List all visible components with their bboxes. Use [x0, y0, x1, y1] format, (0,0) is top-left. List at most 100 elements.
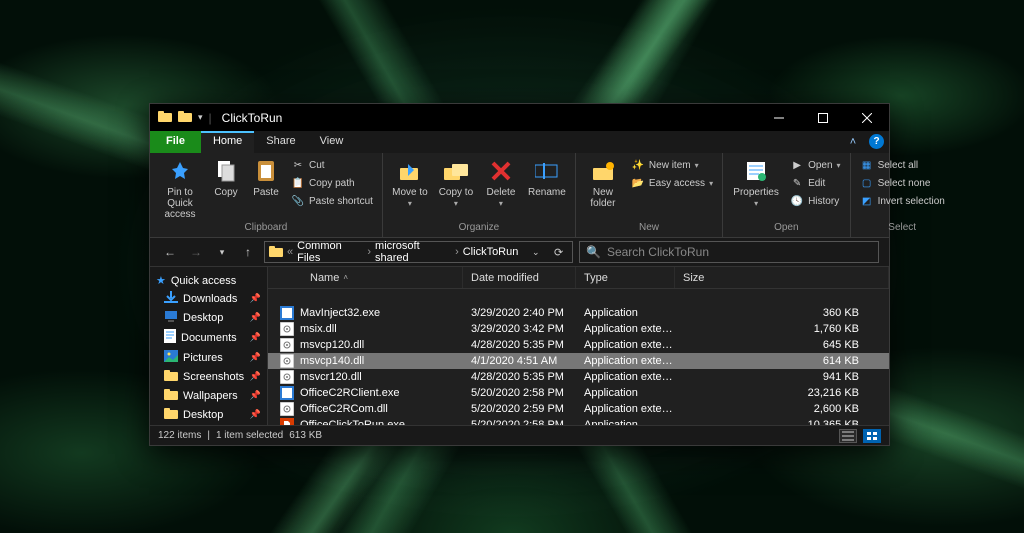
pin-to-quick-access-button[interactable]: Pin to Quick access [156, 157, 204, 220]
copy-icon [212, 157, 240, 185]
file-size: 614 KB [675, 355, 889, 367]
dll-icon [280, 322, 294, 336]
help-button[interactable]: ? [869, 134, 884, 149]
file-row[interactable]: OfficeC2RCom.dll5/20/2020 2:59 PMApplica… [268, 401, 889, 417]
file-row[interactable]: OfficeC2RClient.exe5/20/2020 2:58 PMAppl… [268, 385, 889, 401]
sort-asc-icon: ˄ [343, 273, 348, 282]
details-view-button[interactable] [839, 429, 857, 443]
ribbon-tabs: File Home Share View ˄ ? [150, 131, 889, 153]
new-folder-button[interactable]: New folder [582, 157, 624, 209]
quick-access-header[interactable]: ★ Quick access [150, 272, 267, 289]
sidebar-item-label: Screenshots [183, 371, 244, 383]
titlebar[interactable]: ▾ | ClickToRun [150, 104, 889, 131]
rename-button[interactable]: Rename [525, 157, 569, 198]
copy-path-button[interactable]: 📋Copy path [288, 175, 376, 191]
address-bar[interactable]: « Common Files› microsoft shared› ClickT… [264, 241, 573, 263]
sidebar-item-label: Downloads [183, 293, 237, 305]
file-name: MavInject32.exe [300, 307, 380, 319]
file-date: 5/20/2020 2:59 PM [463, 403, 576, 415]
search-box[interactable]: 🔍 Search ClickToRun [579, 241, 879, 263]
open-icon: ▶ [790, 158, 804, 172]
file-row[interactable]: msvcp120.dll4/28/2020 5:35 PMApplication… [268, 337, 889, 353]
invert-selection-button[interactable]: ◩Invert selection [857, 193, 948, 209]
paste-button[interactable]: Paste [248, 157, 284, 198]
file-name: msvcp140.dll [300, 355, 364, 367]
copy-to-button[interactable]: Copy to▾ [435, 157, 477, 209]
tab-view[interactable]: View [308, 131, 356, 153]
status-item-count: 122 items [158, 430, 201, 441]
file-type: Application [576, 387, 675, 399]
recent-locations-button[interactable]: ▾ [212, 242, 232, 262]
column-size[interactable]: Size [675, 267, 889, 288]
select-all-button[interactable]: ▦Select all [857, 157, 948, 173]
column-type[interactable]: Type [576, 267, 675, 288]
new-item-button[interactable]: ✨New item ▾ [628, 157, 716, 173]
paste-shortcut-button[interactable]: 📎Paste shortcut [288, 193, 376, 209]
folder-icon [158, 110, 172, 125]
folder-icon [269, 245, 283, 260]
copy-button[interactable]: Copy [208, 157, 244, 198]
cut-button[interactable]: ✂Cut [288, 157, 376, 173]
group-clipboard: Pin to Quick access Copy Paste ✂Cut 📋Cop… [150, 153, 383, 237]
sidebar-item[interactable]: Desktop📌 [150, 308, 267, 327]
tab-share[interactable]: Share [254, 131, 307, 153]
sidebar-item[interactable]: Downloads📌 [150, 289, 267, 308]
minimize-button[interactable] [757, 104, 801, 131]
sidebar-item[interactable]: Screenshots📌 [150, 367, 267, 386]
new-item-icon: ✨ [631, 158, 645, 172]
group-open: Properties▾ ▶Open ▾ ✎Edit 🕓History Open [723, 153, 850, 237]
pin-icon: 📌 [250, 312, 261, 323]
address-dropdown[interactable]: ⌄ [526, 242, 545, 262]
ribbon-collapse-button[interactable]: ˄ [842, 131, 864, 153]
pin-icon: 📌 [250, 332, 261, 343]
tab-home[interactable]: Home [201, 131, 254, 153]
move-to-button[interactable]: Move to▾ [389, 157, 431, 209]
edit-button[interactable]: ✎Edit [787, 175, 843, 191]
maximize-button[interactable] [801, 104, 845, 131]
large-icons-view-button[interactable] [863, 429, 881, 443]
file-size: 941 KB [675, 371, 889, 383]
file-name: OfficeC2RCom.dll [300, 403, 388, 415]
sidebar-item[interactable]: Documents📌 [150, 327, 267, 348]
file-row[interactable]: msvcr120.dll4/28/2020 5:35 PMApplication… [268, 369, 889, 385]
column-name[interactable]: Name ˄ [268, 267, 463, 288]
sidebar-item[interactable]: Desktop📌 [150, 405, 267, 424]
pin-icon: 📌 [250, 390, 261, 401]
file-row[interactable]: msix.dll3/29/2020 3:42 PMApplication ext… [268, 321, 889, 337]
star-icon: ★ [156, 274, 166, 287]
move-to-icon [396, 157, 424, 185]
select-all-icon: ▦ [860, 158, 874, 172]
select-none-icon: ▢ [860, 176, 874, 190]
file-row[interactable]: MavInject32.exe3/29/2020 2:40 PMApplicat… [268, 305, 889, 321]
close-button[interactable] [845, 104, 889, 131]
file-size: 2,600 KB [675, 403, 889, 415]
tab-file[interactable]: File [150, 131, 201, 153]
qat-button[interactable] [178, 110, 192, 125]
properties-button[interactable]: Properties▾ [729, 157, 783, 209]
group-new: New folder ✨New item ▾ 📂Easy access ▾ Ne… [576, 153, 723, 237]
pin-icon [166, 157, 194, 185]
breadcrumb[interactable]: ClickToRun [463, 246, 519, 258]
breadcrumb[interactable]: Common Files› [297, 240, 371, 264]
sidebar-item[interactable]: Wallpapers📌 [150, 386, 267, 405]
refresh-button[interactable]: ⟳ [549, 242, 568, 262]
file-row[interactable]: OfficeClickToRun.exe5/20/2020 2:58 PMApp… [268, 417, 889, 425]
breadcrumb[interactable]: microsoft shared› [375, 240, 459, 264]
qat-overflow[interactable]: ▾ [198, 112, 203, 123]
select-none-button[interactable]: ▢Select none [857, 175, 948, 191]
file-name: msvcr120.dll [300, 371, 362, 383]
navigation-pane[interactable]: ★ Quick access Downloads📌Desktop📌Documen… [150, 267, 268, 425]
up-button[interactable]: ↑ [238, 242, 258, 262]
back-button[interactable]: ← [160, 242, 180, 262]
column-headers[interactable]: Name ˄ Date modified Type Size [268, 267, 889, 289]
delete-button[interactable]: Delete▾ [481, 157, 521, 209]
easy-access-button[interactable]: 📂Easy access ▾ [628, 175, 716, 191]
column-date[interactable]: Date modified [463, 267, 576, 288]
sidebar-item[interactable]: Pictures📌 [150, 348, 267, 367]
pin-icon: 📌 [250, 352, 261, 363]
open-button[interactable]: ▶Open ▾ [787, 157, 843, 173]
forward-button[interactable]: → [186, 242, 206, 262]
file-row[interactable]: msvcp140.dll4/1/2020 4:51 AMApplication … [268, 353, 889, 369]
history-button[interactable]: 🕓History [787, 193, 843, 209]
folder-icon [164, 369, 178, 384]
